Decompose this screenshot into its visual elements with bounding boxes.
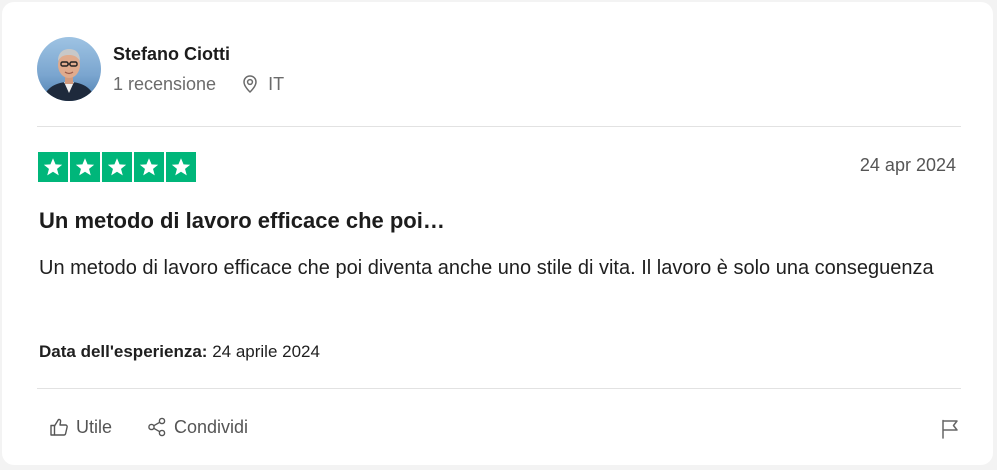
report-flag-button[interactable] [938,417,962,441]
divider [37,126,961,127]
rating-star [102,152,132,182]
share-label: Condividi [174,417,249,437]
flag-icon [942,419,958,439]
review-card: Stefano Ciotti 1 recensione IT 24 apr 20… [2,2,993,465]
reviewer-info: Stefano Ciotti 1 recensione IT [113,43,284,95]
reviewer-avatar[interactable] [37,37,101,101]
location-pin-icon [240,74,260,94]
review-title[interactable]: Un metodo di lavoro efficace che poi… [39,207,445,235]
reviewer-country: IT [268,74,285,94]
star-icon [107,158,127,176]
useful-button[interactable]: Utile [48,415,112,439]
reviewer-meta: 1 recensione IT [113,73,284,95]
star-icon [75,158,95,176]
rating-star [70,152,100,182]
rating-star [134,152,164,182]
review-date: 24 apr 2024 [859,155,956,175]
review-actions: Utile Condividi [48,415,282,439]
star-icon [171,158,191,176]
rating-star [38,152,68,182]
star-icon [43,158,63,176]
review-count: 1 recensione [113,74,217,94]
rating-star [166,152,196,182]
reviewer-name[interactable]: Stefano Ciotti [113,43,284,65]
share-button[interactable]: Condividi [146,415,248,439]
thumbs-up-icon [48,416,70,438]
star-rating [38,152,196,182]
review-body: Un metodo di lavoro efficace che poi div… [39,257,934,279]
share-icon [146,416,168,438]
star-icon [139,158,159,176]
experience-date-value: 24 aprile 2024 [212,342,320,361]
experience-date-label: Data dell'esperienza: [39,342,208,361]
reviewer-header: Stefano Ciotti 1 recensione IT [37,37,284,101]
divider [37,388,961,389]
avatar-photo [37,37,101,101]
experience-date-line: Data dell'esperienza: 24 aprile 2024 [39,341,320,363]
useful-label: Utile [76,417,113,437]
